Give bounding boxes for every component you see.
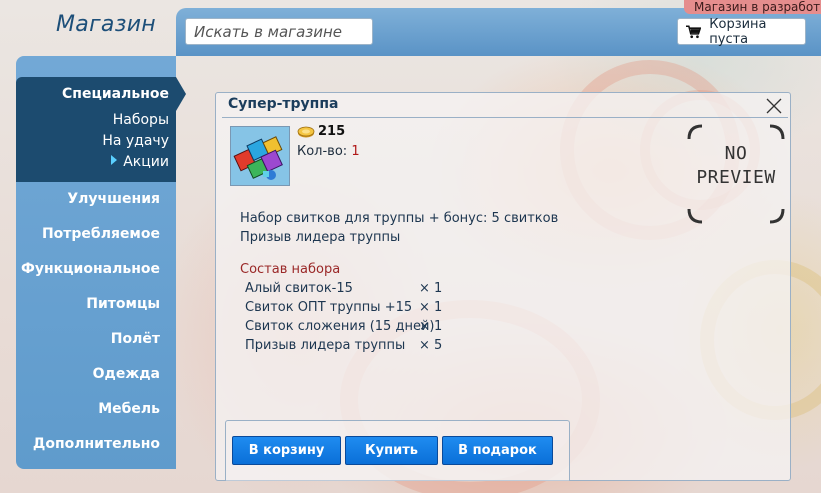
- preview-line2: PREVIEW: [696, 167, 776, 188]
- sidebar-item-clothing[interactable]: Одежда: [93, 366, 160, 382]
- set-item-qty: × 1: [419, 319, 443, 334]
- product-thumbnail: [230, 126, 290, 186]
- coin-icon: [297, 126, 315, 138]
- set-item-qty: × 1: [419, 300, 443, 315]
- logo-area: Магазин: [0, 0, 176, 56]
- set-item-qty: × 1: [419, 281, 443, 296]
- product-title: Супер-труппа: [228, 96, 339, 112]
- sidebar-subitem-promotions[interactable]: Акции: [111, 154, 169, 170]
- scroll-bundle-icon: [231, 127, 289, 185]
- set-item-name: Свиток сложения (15 дней): [245, 319, 435, 334]
- cart-button[interactable]: Корзина пуста: [677, 16, 806, 47]
- cart-icon: [686, 25, 702, 38]
- title-divider: [222, 117, 788, 118]
- gift-button[interactable]: В подарок: [442, 436, 553, 465]
- sidebar-item-flight[interactable]: Полёт: [111, 331, 160, 347]
- close-icon[interactable]: [764, 96, 784, 116]
- add-to-cart-button[interactable]: В корзину: [232, 436, 341, 465]
- sidebar-item-upgrades[interactable]: Улучшения: [67, 191, 160, 207]
- sidebar-item-furniture[interactable]: Мебель: [98, 401, 160, 417]
- sidebar-subitem-sets[interactable]: Наборы: [113, 112, 169, 128]
- sidebar-item-additional[interactable]: Дополнительно: [33, 436, 160, 452]
- sidebar-item-pets[interactable]: Питомцы: [86, 296, 160, 312]
- set-item-name: Свиток ОПТ труппы +15: [245, 300, 413, 315]
- set-item-qty: × 5: [419, 338, 443, 353]
- no-preview-text: NO PREVIEW: [686, 142, 786, 190]
- description-line: Призыв лидера труппы: [240, 230, 401, 245]
- sidebar-item-functional[interactable]: Функциональное: [21, 261, 160, 277]
- search-input[interactable]: [185, 18, 373, 45]
- sidebar-item-special[interactable]: Специальное: [62, 86, 169, 102]
- active-arrow: [176, 77, 186, 111]
- set-item-name: Алый свиток-15: [245, 281, 353, 296]
- dev-badge: Магазин в разработке: [684, 0, 821, 14]
- sidebar-section-special: Специальное Наборы На удачу Акции: [16, 77, 186, 182]
- preview-line1: NO: [724, 143, 748, 164]
- quantity-value[interactable]: 1: [351, 144, 359, 159]
- shop-logo: Магазин: [56, 12, 156, 37]
- set-contents-title: Состав набора: [240, 262, 341, 277]
- description-line: Набор свитков для труппы + бонус: 5 свит…: [240, 211, 559, 226]
- quantity-caption: Кол-во:: [297, 144, 352, 159]
- set-item-name: Призыв лидера труппы: [245, 338, 406, 353]
- product-price: 215: [318, 124, 346, 139]
- sidebar-subitem-lucky[interactable]: На удачу: [102, 133, 169, 149]
- buy-button[interactable]: Купить: [345, 436, 438, 465]
- cart-label: Корзина пуста: [709, 16, 767, 47]
- sidebar-item-consumables[interactable]: Потребляемое: [42, 226, 160, 242]
- quantity-label: Кол-во: 1: [297, 144, 360, 159]
